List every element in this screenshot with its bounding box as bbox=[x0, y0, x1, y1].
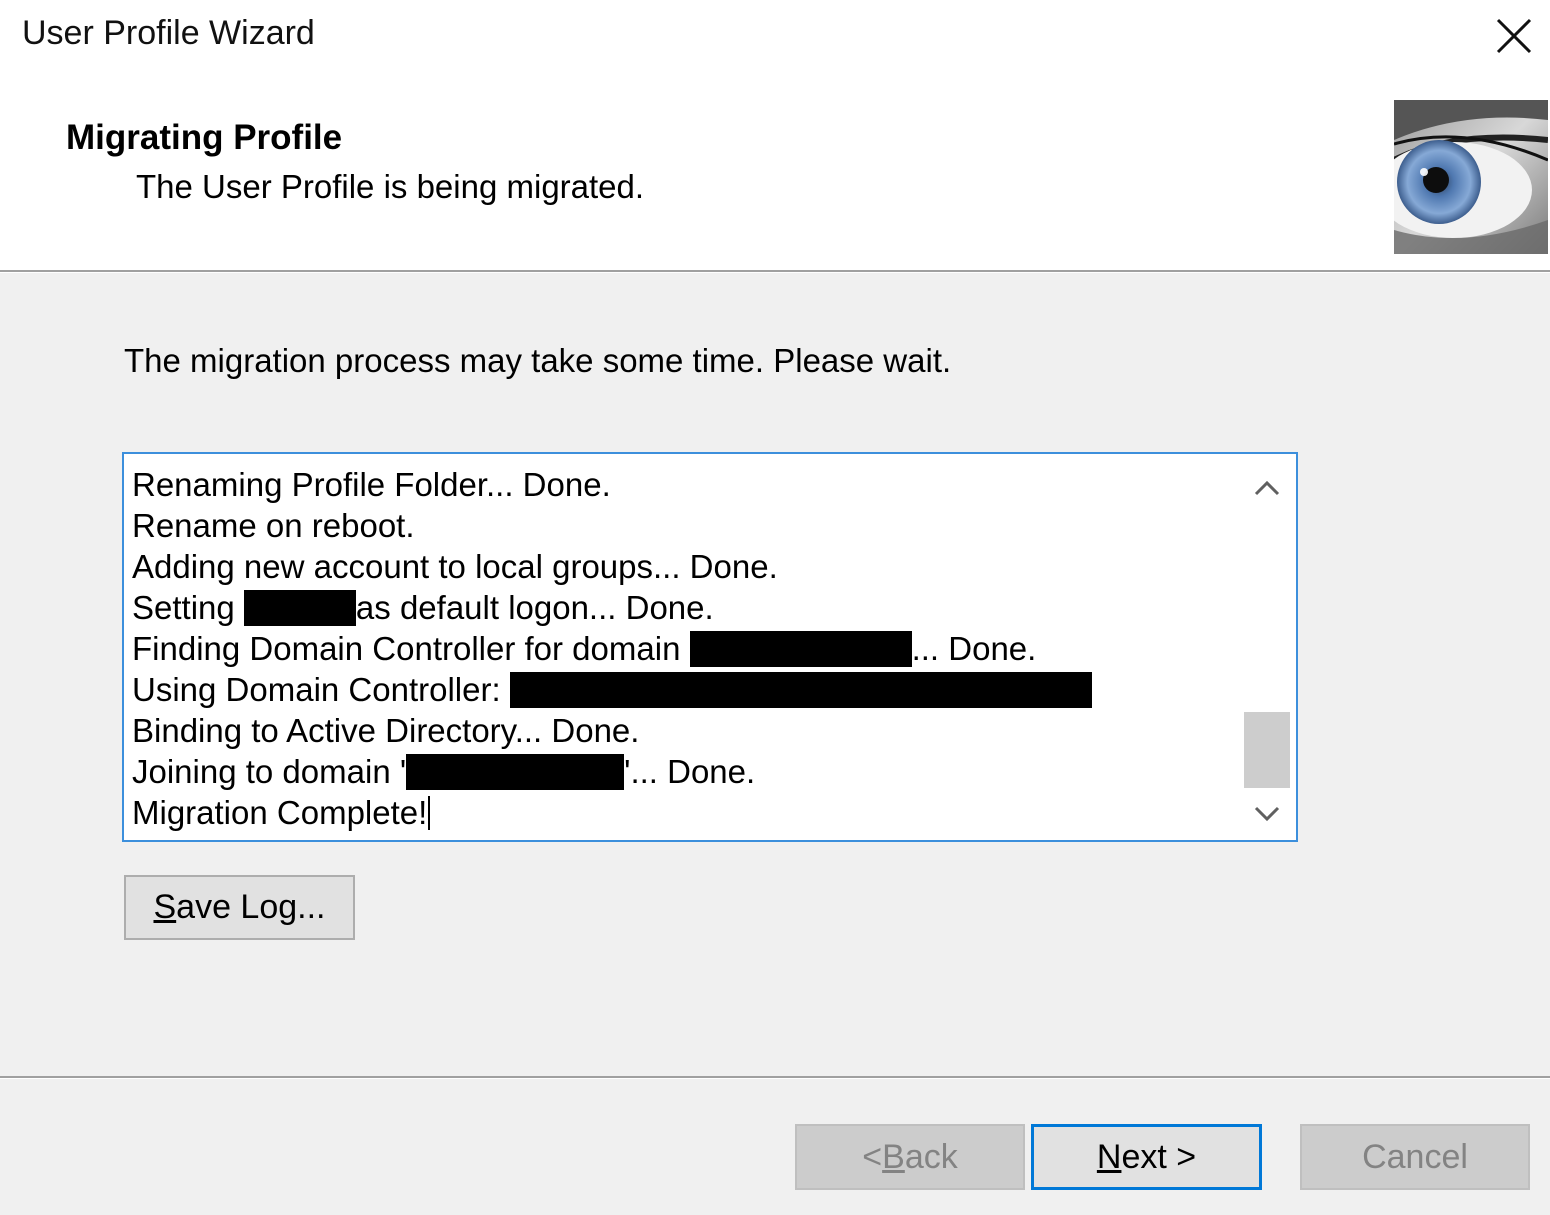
log-lines: Renaming Profile Folder... Done. Rename o… bbox=[132, 464, 1240, 833]
scroll-thumb[interactable] bbox=[1244, 712, 1290, 788]
log-line-text: Setting bbox=[132, 589, 244, 626]
log-line-text: Finding Domain Controller for domain bbox=[132, 630, 690, 667]
scroll-up-button[interactable] bbox=[1244, 464, 1290, 512]
log-line: Migration Complete! bbox=[132, 792, 1240, 833]
save-log-label: ave Log... bbox=[176, 888, 326, 926]
back-label: ack bbox=[904, 1137, 958, 1176]
save-log-accel: S bbox=[153, 888, 177, 926]
save-log-button[interactable]: Save Log... bbox=[124, 875, 355, 940]
window-title: User Profile Wizard bbox=[22, 14, 315, 52]
log-line: Setting as default logon... Done. bbox=[132, 587, 1240, 628]
cancel-label: Cancel bbox=[1362, 1137, 1468, 1176]
log-line-text: Using Domain Controller: bbox=[132, 671, 510, 708]
redacted-block bbox=[509, 672, 1092, 708]
log-line-text: Rename on reboot. bbox=[132, 507, 415, 544]
log-line: Finding Domain Controller for domain ...… bbox=[132, 628, 1240, 669]
instruction-text: The migration process may take some time… bbox=[124, 342, 952, 379]
next-button[interactable]: Next > bbox=[1031, 1124, 1262, 1190]
header-separator bbox=[0, 270, 1550, 273]
log-line-text: '... Done. bbox=[624, 753, 756, 790]
redacted-block bbox=[406, 754, 625, 790]
log-line: Binding to Active Directory... Done. bbox=[132, 710, 1240, 751]
page-subtitle: The User Profile is being migrated. bbox=[136, 168, 645, 205]
redacted-block bbox=[243, 590, 356, 626]
footer-separator bbox=[0, 1076, 1550, 1079]
log-line: Rename on reboot. bbox=[132, 505, 1240, 546]
close-icon bbox=[1496, 18, 1532, 54]
log-line-text: Adding new account to local groups... Do… bbox=[132, 548, 778, 585]
eye-image bbox=[1394, 100, 1548, 254]
migration-log[interactable]: Renaming Profile Folder... Done. Rename o… bbox=[122, 452, 1298, 842]
log-line-text: Joining to domain ' bbox=[132, 753, 407, 790]
log-line: Renaming Profile Folder... Done. bbox=[132, 464, 1240, 505]
text-caret bbox=[428, 796, 431, 830]
redacted-block bbox=[689, 631, 912, 667]
cancel-button[interactable]: Cancel bbox=[1300, 1124, 1530, 1190]
log-line: Using Domain Controller: bbox=[132, 669, 1240, 710]
log-line-text: ... Done. bbox=[911, 630, 1037, 667]
title-bar: User Profile Wizard bbox=[0, 0, 1550, 76]
chevron-down-icon bbox=[1254, 806, 1280, 822]
back-accel: B bbox=[882, 1137, 905, 1176]
next-label: ext > bbox=[1121, 1137, 1197, 1176]
page-title: Migrating Profile bbox=[66, 118, 343, 157]
back-button[interactable]: < Back bbox=[795, 1124, 1025, 1190]
back-prefix: < bbox=[862, 1137, 883, 1176]
log-line: Adding new account to local groups... Do… bbox=[132, 546, 1240, 587]
log-line-text: Migration Complete! bbox=[132, 794, 428, 831]
close-button[interactable] bbox=[1478, 0, 1550, 72]
log-line: Joining to domain ' '... Done. bbox=[132, 751, 1240, 792]
log-scrollbar[interactable] bbox=[1244, 456, 1290, 838]
log-line-text: Renaming Profile Folder... Done. bbox=[132, 466, 611, 503]
wizard-header: Migrating Profile The User Profile is be… bbox=[0, 76, 1550, 270]
log-line-text: Binding to Active Directory... Done. bbox=[132, 712, 640, 749]
log-line-text: as default logon... Done. bbox=[355, 589, 714, 626]
scroll-down-button[interactable] bbox=[1244, 790, 1290, 838]
next-accel: N bbox=[1096, 1137, 1122, 1176]
chevron-up-icon bbox=[1254, 480, 1280, 496]
